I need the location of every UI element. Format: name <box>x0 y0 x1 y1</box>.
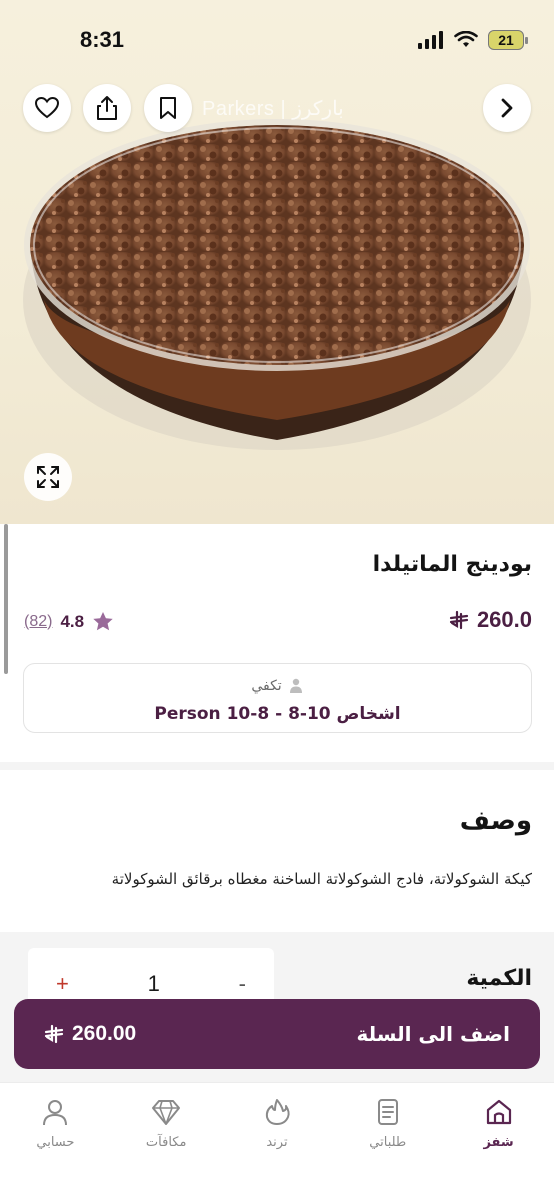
cart-price: 260.00 <box>44 1022 136 1046</box>
description-text: كيكة الشوكولاتة، فادج الشوكولاتة الساخنة… <box>111 870 532 888</box>
description-title: وصف <box>459 806 532 836</box>
share-button[interactable] <box>83 84 131 132</box>
tab-label: شفز <box>483 1135 514 1150</box>
quantity-value: 1 <box>147 971 160 996</box>
tab-home[interactable]: شفز <box>449 1097 549 1200</box>
product-price: 260.0 <box>449 607 532 633</box>
add-to-cart-button[interactable]: 260.00 اضف الى السلة <box>14 999 540 1069</box>
cart-price-value: 260.00 <box>72 1022 137 1045</box>
serves-label: تكفي <box>251 678 282 694</box>
bottom-tab-bar: شفز طلباتي ترند مكافآت حسابي <box>0 1082 554 1200</box>
expand-image-button[interactable] <box>24 453 72 501</box>
tab-orders[interactable]: طلباتي <box>338 1097 438 1200</box>
quantity-decrease-button[interactable]: - <box>239 971 246 997</box>
brand-watermark: Parkers | باركرز <box>202 98 344 120</box>
status-icons: 21 <box>418 30 528 50</box>
cellular-signal-icon <box>418 31 443 49</box>
section-divider <box>0 762 554 770</box>
bookmark-button[interactable] <box>144 84 192 132</box>
product-image-area: 8:31 21 Parkers | باركرز <box>0 0 554 524</box>
share-icon <box>97 96 117 120</box>
scrollbar[interactable] <box>4 524 8 674</box>
diamond-icon <box>152 1100 181 1125</box>
favorite-heart-icon <box>34 96 60 119</box>
riyal-icon <box>449 610 469 630</box>
tab-account[interactable]: حسابي <box>5 1097 105 1200</box>
orders-document-icon <box>377 1099 398 1125</box>
tab-label: حسابي <box>36 1135 75 1150</box>
star-icon <box>93 612 113 631</box>
tab-label: مكافآت <box>145 1135 187 1150</box>
serves-header: تكفي <box>24 678 531 694</box>
next-chevron-icon <box>501 98 513 118</box>
product-rating[interactable]: (82) 4.8 <box>24 611 114 632</box>
flame-icon <box>265 1099 290 1125</box>
status-time: 8:31 <box>80 27 125 52</box>
serves-value: اشخاص 10-8 - 8-10 Person <box>154 704 401 724</box>
rating-count[interactable]: (82) <box>24 613 52 631</box>
bookmark-icon <box>160 97 176 119</box>
battery-icon: 21 <box>488 30 528 50</box>
riyal-icon <box>44 1024 64 1044</box>
tab-rewards[interactable]: مكافآت <box>116 1097 216 1200</box>
expand-arrows-icon <box>37 466 59 488</box>
user-icon <box>43 1100 68 1126</box>
tab-trending[interactable]: ترند <box>227 1097 327 1200</box>
next-button[interactable] <box>483 84 531 132</box>
status-bar: 8:31 21 <box>0 0 554 80</box>
tab-label: طلباتي <box>369 1135 407 1150</box>
serves-card: تكفي اشخاص 10-8 - 8-10 Person <box>23 663 532 733</box>
rating-value: 4.8 <box>60 611 85 631</box>
product-title: بودينج الماتيلدا <box>372 552 532 577</box>
add-to-cart-label: اضف الى السلة <box>356 1022 510 1046</box>
quantity-label: الكمية <box>466 966 532 991</box>
wifi-icon <box>454 31 478 47</box>
person-icon <box>289 678 302 693</box>
favorite-button[interactable] <box>23 84 71 132</box>
tab-label: ترند <box>266 1135 288 1150</box>
home-icon <box>486 1099 511 1125</box>
quantity-increase-button[interactable]: + <box>56 971 69 997</box>
price-value: 260.0 <box>476 607 532 632</box>
